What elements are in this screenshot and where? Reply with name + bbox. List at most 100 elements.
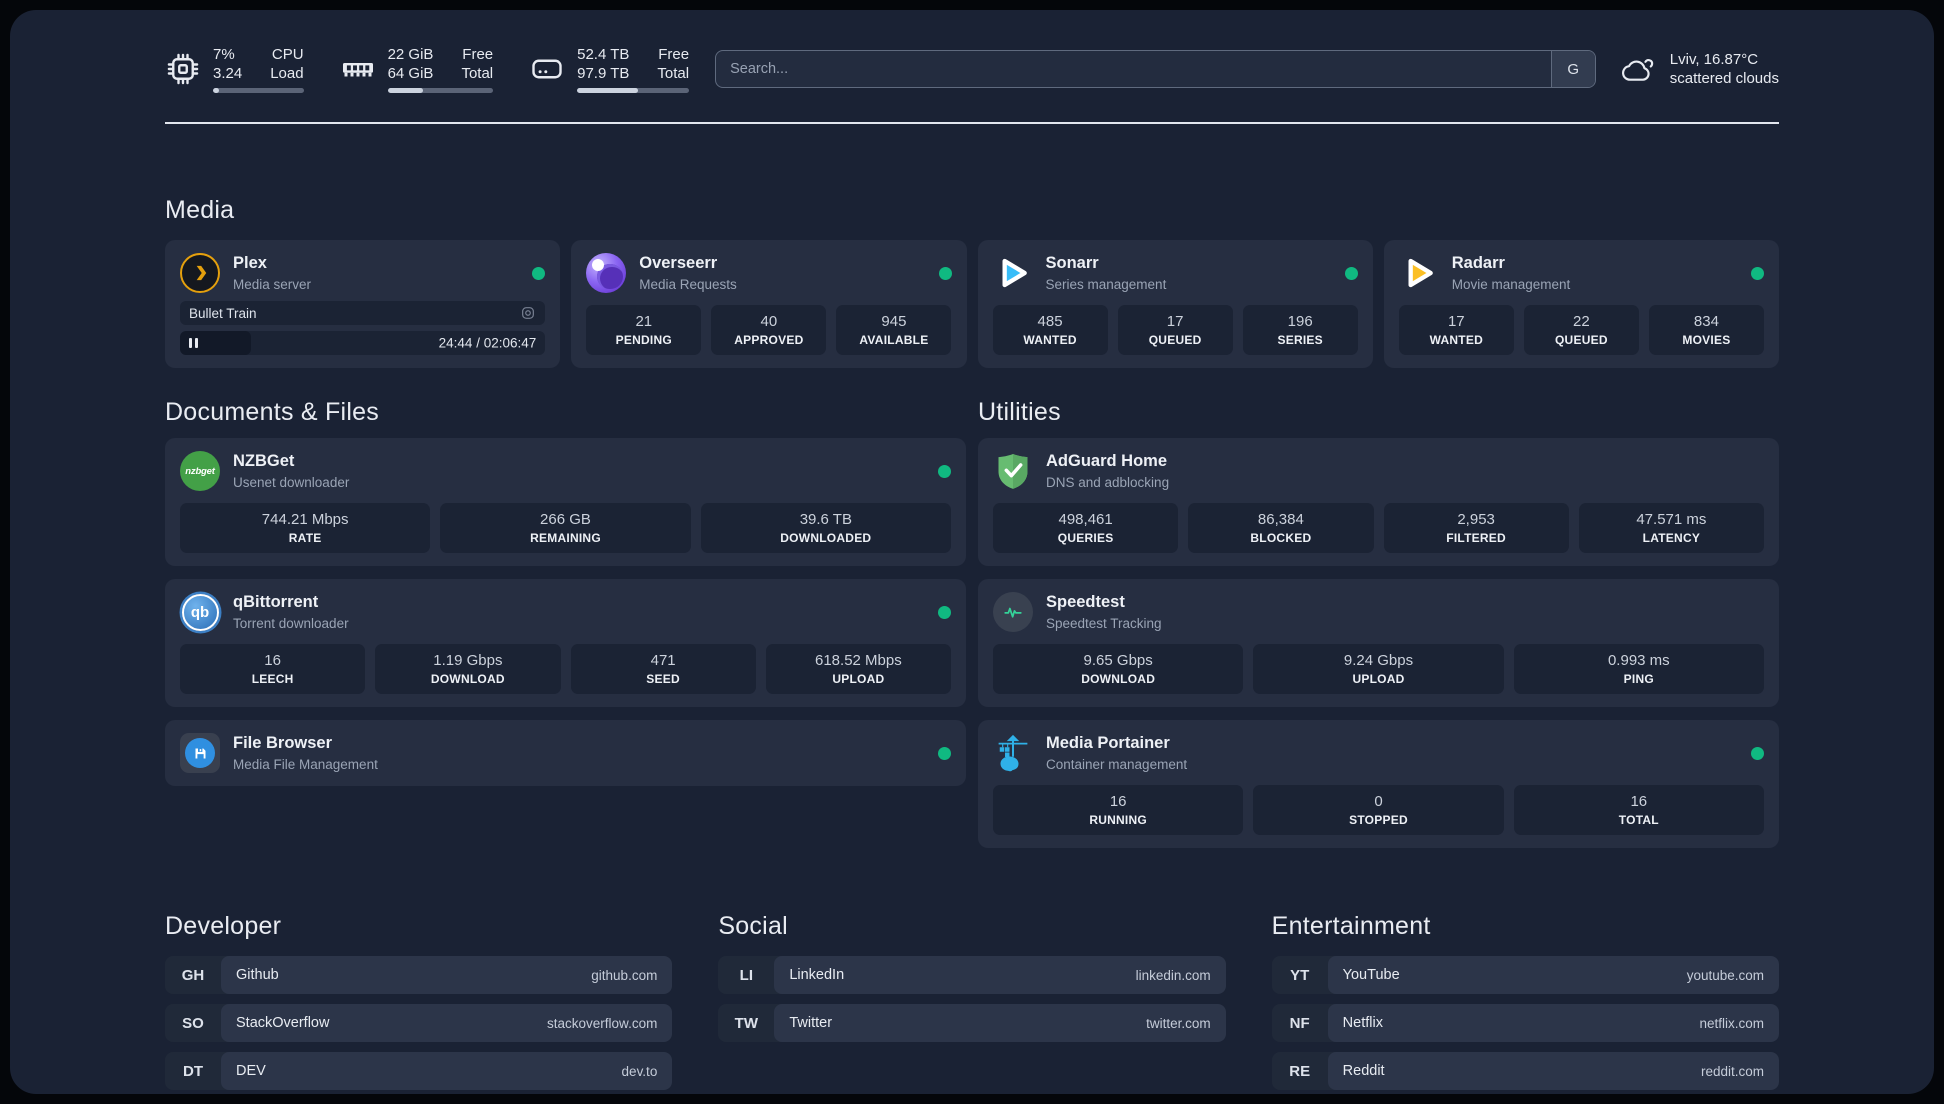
service-subtitle: Movie management [1451, 276, 1571, 292]
stat-upload: 9.24 Gbps UPLOAD [1253, 644, 1504, 694]
service-card-overseerr: Overseerr Media Requests 21 PENDING 40 A… [571, 240, 967, 368]
stat-queries: 498,461 QUERIES [993, 503, 1179, 553]
status-dot [1751, 266, 1764, 280]
section-media: Media Plex Media server Bullet Train 24:… [165, 196, 1779, 368]
speedtest-icon [993, 592, 1033, 632]
service-subtitle: Torrent downloader [233, 615, 349, 631]
now-playing-title: Bullet Train [189, 305, 257, 321]
service-subtitle: Usenet downloader [233, 474, 350, 490]
weather-condition: scattered clouds [1669, 70, 1779, 87]
service-title: Speedtest [1046, 593, 1125, 612]
memory-icon [342, 63, 373, 77]
stat-stopped: 0 STOPPED [1253, 785, 1504, 835]
stat-filtered: 2,953 FILTERED [1383, 503, 1569, 553]
search-input[interactable] [716, 51, 1551, 87]
disk-icon [532, 59, 562, 79]
stat-blocked: 86,384 BLOCKED [1188, 503, 1374, 553]
qbittorrent-icon: qb [180, 592, 220, 632]
section-title-utilities: Utilities [978, 398, 1061, 426]
service-title: NZBGet [233, 452, 295, 471]
adguard-link[interactable]: AdGuard Home DNS and adblocking [993, 451, 1764, 491]
section-title-documents: Documents & Files [165, 398, 380, 426]
memory-progress-bar [387, 88, 494, 93]
service-title: Sonarr [1045, 254, 1099, 273]
bookmark-reddit[interactable]: RE Reddit reddit.com [1271, 1052, 1779, 1090]
nzbget-link[interactable]: nzbget NZBGet Usenet downloader [180, 451, 951, 491]
bookmark-twitter[interactable]: TW Twitter twitter.com [718, 1004, 1226, 1042]
stat-rate: 744.21 Mbps RATE [180, 503, 431, 553]
memory-free-label: Free [462, 46, 494, 63]
service-subtitle: DNS and adblocking [1046, 474, 1170, 490]
stat-available: 945 AVAILABLE [836, 305, 952, 355]
bookmark-github[interactable]: GH Github github.com [165, 956, 673, 994]
playback-time: 24:44 / 02:06:47 [438, 335, 537, 351]
speedtest-link[interactable]: Speedtest Speedtest Tracking [993, 592, 1764, 632]
radarr-icon [1399, 253, 1439, 293]
disk-total-label: Total [657, 65, 690, 82]
bookmark-dev[interactable]: DT DEV dev.to [165, 1052, 673, 1090]
bookmark-linkedin[interactable]: LI LinkedIn linkedin.com [718, 956, 1226, 994]
memory-free-value: 22 GiB [387, 46, 434, 63]
bookmark-abbr: RE [1289, 1062, 1311, 1080]
service-subtitle: Container management [1046, 756, 1188, 772]
disk-widget: 52.4 TB 97.9 TB Free Total [529, 45, 690, 93]
section-title-media: Media [165, 196, 235, 224]
search-bar[interactable]: G [715, 50, 1596, 88]
bookmark-domain: youtube.com [1686, 967, 1764, 983]
bookmark-netflix[interactable]: NF Netflix netflix.com [1271, 1004, 1779, 1042]
bookmark-abbr: TW [734, 1014, 758, 1032]
stat-ping: 0.993 ms PING [1513, 644, 1764, 694]
cpu-icon [167, 53, 199, 85]
service-subtitle: Media server [233, 276, 312, 292]
bookmark-group-developer: Developer GH Github github.com SO StackO… [165, 912, 673, 1094]
weather-widget: Lviv, 16.87°C scattered clouds [1621, 50, 1779, 88]
overseerr-link[interactable]: Overseerr Media Requests [586, 253, 952, 293]
sonarr-link[interactable]: Sonarr Series management [993, 253, 1358, 293]
bookmark-name: LinkedIn [789, 967, 845, 983]
stat-download: 1.19 Gbps DOWNLOAD [375, 644, 561, 694]
pause-button[interactable] [189, 338, 198, 348]
bookmark-domain: dev.to [621, 1063, 658, 1079]
status-dot [1344, 266, 1358, 280]
bookmark-abbr: YT [1290, 966, 1310, 984]
weather-location-temp: Lviv, 16.87°C [1669, 51, 1759, 68]
video-session-icon [522, 307, 535, 319]
bookmark-youtube[interactable]: YT YouTube youtube.com [1271, 956, 1779, 994]
service-card-filebrowser: File Browser Media File Management [165, 720, 966, 786]
stat-leech: 16 LEECH [180, 644, 366, 694]
status-dot [938, 605, 951, 619]
plex-icon [180, 253, 220, 293]
stat-wanted: 485 WANTED [992, 305, 1108, 355]
stat-latency: 47.571 ms LATENCY [1578, 503, 1764, 553]
service-title: Plex [233, 254, 267, 273]
header-divider [165, 122, 1779, 124]
bookmark-abbr: LI [739, 966, 753, 984]
plex-link[interactable]: Plex Media server [180, 253, 546, 293]
bookmark-abbr: NF [1289, 1014, 1310, 1032]
search-provider-badge[interactable]: G [1550, 51, 1595, 87]
portainer-link[interactable]: Media Portainer Container management [993, 733, 1764, 773]
sonarr-icon [993, 253, 1033, 293]
portainer-icon [993, 733, 1033, 773]
bookmark-name: YouTube [1342, 967, 1400, 983]
bookmark-stackoverflow[interactable]: SO StackOverflow stackoverflow.com [165, 1004, 673, 1042]
service-title: qBittorrent [233, 593, 319, 612]
disk-free-value: 52.4 TB [577, 46, 630, 63]
cpu-progress-bar [213, 88, 304, 93]
playback-progress-bar: 24:44 / 02:06:47 [180, 331, 546, 355]
bookmark-domain: linkedin.com [1135, 967, 1211, 983]
qbittorrent-link[interactable]: qb qBittorrent Torrent downloader [180, 592, 951, 632]
cpu-usage-value: 7% [213, 46, 235, 63]
stat-remaining: 266 GB REMAINING [440, 503, 691, 553]
service-card-nzbget: nzbget NZBGet Usenet downloader 744.21 M… [165, 438, 966, 566]
service-card-sonarr: Sonarr Series management 485 WANTED 17 Q… [977, 240, 1373, 368]
cpu-usage-label: CPU [271, 46, 304, 63]
filebrowser-link[interactable]: File Browser Media File Management [180, 733, 951, 773]
adguard-icon [993, 451, 1033, 491]
radarr-link[interactable]: Radarr Movie management [1399, 253, 1764, 293]
bookmark-name: Twitter [789, 1015, 833, 1031]
bookmark-domain: github.com [591, 967, 658, 983]
stat-total: 16 TOTAL [1513, 785, 1764, 835]
service-title: File Browser [233, 734, 333, 753]
bookmark-domain: netflix.com [1699, 1015, 1764, 1031]
